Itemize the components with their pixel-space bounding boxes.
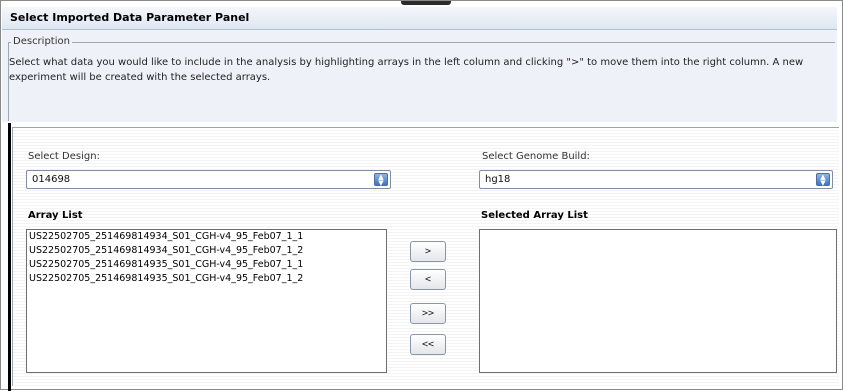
list-item[interactable]: US22502705_251469814935_S01_CGH-v4_95_Fe…: [27, 258, 386, 272]
selected-array-listbox[interactable]: [479, 229, 837, 373]
up-down-arrows-icon[interactable]: ▲ ▼: [374, 173, 388, 187]
genome-build-label: Select Genome Build:: [482, 151, 590, 162]
design-select[interactable]: 014698 ▲ ▼: [26, 170, 391, 189]
panel-title: Select Imported Data Parameter Panel: [10, 11, 250, 24]
resize-handle[interactable]: [401, 1, 451, 5]
title-bar: Select Imported Data Parameter Panel: [2, 7, 837, 30]
remove-selected-button[interactable]: <: [410, 269, 446, 290]
description-legend: Description: [11, 36, 72, 47]
up-down-arrows-icon[interactable]: ▲ ▼: [816, 173, 830, 187]
array-listbox[interactable]: US22502705_251469814934_S01_CGH-v4_95_Fe…: [26, 229, 387, 373]
remove-all-button[interactable]: <<: [410, 334, 446, 355]
design-select-value: 014698: [32, 174, 71, 185]
parameter-panel: Select Imported Data Parameter Panel Des…: [0, 0, 843, 391]
left-divider: [8, 123, 11, 391]
description-text: Select what data you would like to inclu…: [9, 57, 804, 83]
genome-build-select-value: hg18: [485, 174, 511, 185]
list-item[interactable]: US22502705_251469814934_S01_CGH-v4_95_Fe…: [27, 230, 386, 244]
array-list-label: Array List: [28, 210, 83, 221]
add-all-button[interactable]: >>: [410, 303, 446, 324]
selected-array-list-label: Selected Array List: [481, 210, 588, 221]
add-selected-button[interactable]: >: [410, 241, 446, 262]
list-item[interactable]: US22502705_251469814935_S01_CGH-v4_95_Fe…: [27, 272, 386, 286]
design-label: Select Design:: [28, 151, 100, 162]
list-item[interactable]: US22502705_251469814934_S01_CGH-v4_95_Fe…: [27, 244, 386, 258]
genome-build-select[interactable]: hg18 ▲ ▼: [479, 170, 833, 189]
